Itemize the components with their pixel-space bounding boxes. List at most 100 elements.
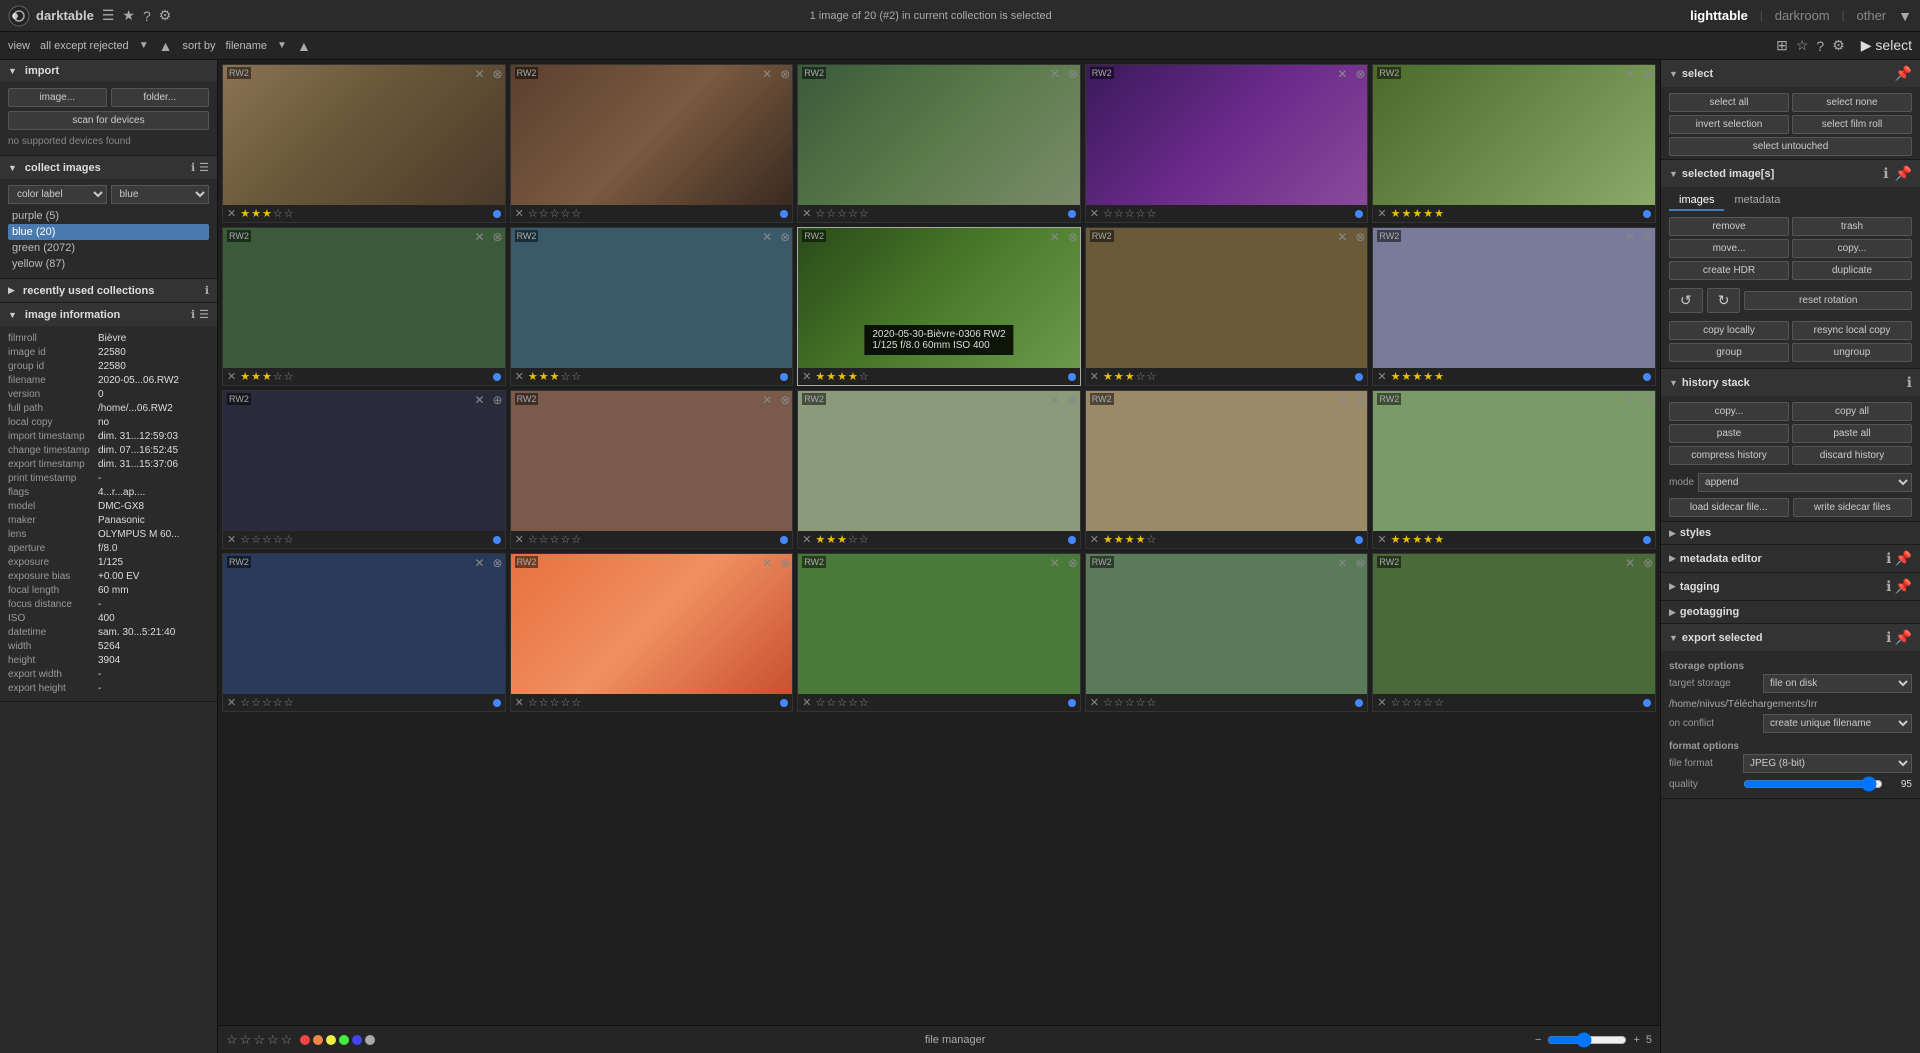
- select-untouched-btn[interactable]: select untouched: [1669, 137, 1912, 156]
- tab-other[interactable]: other: [1857, 8, 1887, 23]
- topbar-icon-2[interactable]: ★: [122, 7, 135, 24]
- photo-star-7-1[interactable]: ★: [528, 370, 538, 383]
- export-path[interactable]: /home/niivus/Téléchargements/Irr: [1669, 697, 1912, 714]
- photo-reject-icon-12[interactable]: ✕: [762, 393, 772, 407]
- rp-selected-header[interactable]: ▼ selected image[s] ℹ 📌: [1661, 160, 1920, 187]
- photo-star-15-2[interactable]: ★: [1401, 533, 1411, 546]
- photo-star-10-4[interactable]: ★: [1423, 370, 1433, 383]
- photo-cell-13[interactable]: RW2✕⊗✕★★★☆☆: [797, 390, 1081, 549]
- photo-reject-icon-16[interactable]: ✕: [475, 556, 485, 570]
- photo-star-13-4[interactable]: ☆: [848, 533, 858, 546]
- photo-cell-19[interactable]: RW2✕⊗✕☆☆☆☆☆: [1085, 553, 1369, 712]
- photo-star-13-2[interactable]: ★: [826, 533, 836, 546]
- rp-select-pin-icon[interactable]: 📌: [1895, 65, 1912, 82]
- photo-reject-btn-5[interactable]: ✕: [1377, 207, 1386, 220]
- file-format-select[interactable]: JPEG (8-bit): [1743, 754, 1912, 773]
- photo-reject-icon-8[interactable]: ✕: [1050, 230, 1060, 244]
- photo-star-4-4[interactable]: ☆: [1136, 207, 1146, 220]
- photo-star-11-1[interactable]: ☆: [240, 533, 250, 546]
- photo-star-20-1[interactable]: ☆: [1391, 696, 1401, 709]
- rp-metadata-header[interactable]: ▶ metadata editor ℹ 📌: [1661, 545, 1920, 572]
- si-tab-images[interactable]: images: [1669, 191, 1724, 211]
- collect-header[interactable]: ▼ collect images ℹ ☰: [0, 156, 217, 179]
- photo-star-8-2[interactable]: ★: [826, 370, 836, 383]
- target-storage-select[interactable]: file on disk: [1763, 674, 1912, 693]
- rp-tagging-pin-icon[interactable]: 📌: [1895, 578, 1912, 594]
- collect-menu-icon[interactable]: ☰: [199, 161, 209, 174]
- write-sidecar-btn[interactable]: write sidecar files: [1793, 498, 1913, 517]
- photo-reject-btn-12[interactable]: ✕: [515, 533, 524, 546]
- photo-star-19-4[interactable]: ☆: [1136, 696, 1146, 709]
- photo-star-14-1[interactable]: ★: [1103, 533, 1113, 546]
- photo-star-8-3[interactable]: ★: [837, 370, 847, 383]
- settings-icon[interactable]: ⚙: [1832, 37, 1845, 54]
- image-info-header[interactable]: ▼ image information ℹ ☰: [0, 303, 217, 326]
- duplicate-btn[interactable]: duplicate: [1792, 261, 1912, 280]
- photo-star-19-3[interactable]: ☆: [1125, 696, 1135, 709]
- photo-star-13-3[interactable]: ★: [837, 533, 847, 546]
- filter-star-4[interactable]: ☆: [267, 1032, 279, 1048]
- photo-star-12-3[interactable]: ☆: [550, 533, 560, 546]
- photo-star-19-1[interactable]: ☆: [1103, 696, 1113, 709]
- filter-star-3[interactable]: ☆: [253, 1032, 265, 1048]
- folder-btn[interactable]: folder...: [111, 88, 210, 107]
- photo-star-5-1[interactable]: ★: [1391, 207, 1401, 220]
- photo-cell-7[interactable]: RW2✕⊗✕★★★☆☆: [510, 227, 794, 386]
- topbar-icon-3[interactable]: ?: [143, 8, 151, 24]
- photo-star-5-5[interactable]: ★: [1434, 207, 1444, 220]
- rp-export-pin-icon[interactable]: 📌: [1895, 629, 1912, 645]
- photo-cell-14[interactable]: RW2✕⊗✕★★★★☆: [1085, 390, 1369, 549]
- rotate-left-btn[interactable]: ↺: [1669, 288, 1703, 313]
- photo-star-10-2[interactable]: ★: [1401, 370, 1411, 383]
- rp-tagging-header[interactable]: ▶ tagging ℹ 📌: [1661, 573, 1920, 600]
- rp-geotagging-header[interactable]: ▶ geotagging: [1661, 601, 1920, 623]
- photo-cell-12[interactable]: RW2✕⊗✕☆☆☆☆☆: [510, 390, 794, 549]
- photo-star-1-1[interactable]: ★: [240, 207, 250, 220]
- photo-star-2-1[interactable]: ☆: [528, 207, 538, 220]
- photo-star-20-3[interactable]: ☆: [1412, 696, 1422, 709]
- photo-star-1-5[interactable]: ☆: [284, 207, 294, 220]
- photo-star-4-1[interactable]: ☆: [1103, 207, 1113, 220]
- photo-cell-9[interactable]: RW2✕⊗✕★★★☆☆: [1085, 227, 1369, 386]
- photo-star-11-2[interactable]: ☆: [251, 533, 261, 546]
- photo-star-4-5[interactable]: ☆: [1147, 207, 1157, 220]
- photo-star-6-3[interactable]: ★: [262, 370, 272, 383]
- remove-btn[interactable]: remove: [1669, 217, 1789, 236]
- photo-cell-6[interactable]: RW2✕⊗✕★★★☆☆: [222, 227, 506, 386]
- photo-star-3-3[interactable]: ☆: [837, 207, 847, 220]
- photo-cell-17[interactable]: RW2✕⊗✕☆☆☆☆☆: [510, 553, 794, 712]
- photo-star-16-4[interactable]: ☆: [273, 696, 283, 709]
- photo-star-8-4[interactable]: ★: [848, 370, 858, 383]
- photo-reject-btn-11[interactable]: ✕: [227, 533, 236, 546]
- photo-reject-icon-2[interactable]: ✕: [762, 67, 772, 81]
- on-conflict-select[interactable]: create unique filename: [1763, 714, 1912, 733]
- photo-cell-5[interactable]: RW2✕⊗✕★★★★★: [1372, 64, 1656, 223]
- photo-reject-btn-3[interactable]: ✕: [802, 207, 811, 220]
- select-none-btn[interactable]: select none: [1792, 93, 1912, 112]
- cf-orange[interactable]: [313, 1035, 323, 1045]
- topbar-icon-1[interactable]: ☰: [102, 7, 115, 24]
- photo-reject-btn-18[interactable]: ✕: [802, 696, 811, 709]
- ungroup-btn[interactable]: ungroup: [1792, 343, 1912, 362]
- filter-dropdown-icon[interactable]: ▼: [139, 40, 149, 51]
- photo-reject-btn-14[interactable]: ✕: [1090, 533, 1099, 546]
- rp-metadata-pin-icon[interactable]: 📌: [1895, 550, 1912, 566]
- photo-star-12-2[interactable]: ☆: [539, 533, 549, 546]
- hs-mode-select[interactable]: append overwrite: [1698, 473, 1912, 492]
- copy-locally-btn[interactable]: copy locally: [1669, 321, 1789, 340]
- create-hdr-btn[interactable]: create HDR: [1669, 261, 1789, 280]
- photo-star-9-1[interactable]: ★: [1103, 370, 1113, 383]
- color-item-yellow[interactable]: yellow (87): [8, 256, 209, 272]
- photo-cell-18[interactable]: RW2✕⊗✕☆☆☆☆☆: [797, 553, 1081, 712]
- image-btn[interactable]: image...: [8, 88, 107, 107]
- photo-reject-btn-7[interactable]: ✕: [515, 370, 524, 383]
- photo-star-13-5[interactable]: ☆: [859, 533, 869, 546]
- photo-star-14-3[interactable]: ★: [1125, 533, 1135, 546]
- photo-reject-icon-17[interactable]: ✕: [762, 556, 772, 570]
- photo-star-3-2[interactable]: ☆: [826, 207, 836, 220]
- photo-star-15-3[interactable]: ★: [1412, 533, 1422, 546]
- secondbar-filter[interactable]: all except rejected: [40, 40, 129, 52]
- scan-btn[interactable]: scan for devices: [8, 111, 209, 130]
- photo-star-9-3[interactable]: ★: [1125, 370, 1135, 383]
- tab-darkroom[interactable]: darkroom: [1775, 8, 1830, 23]
